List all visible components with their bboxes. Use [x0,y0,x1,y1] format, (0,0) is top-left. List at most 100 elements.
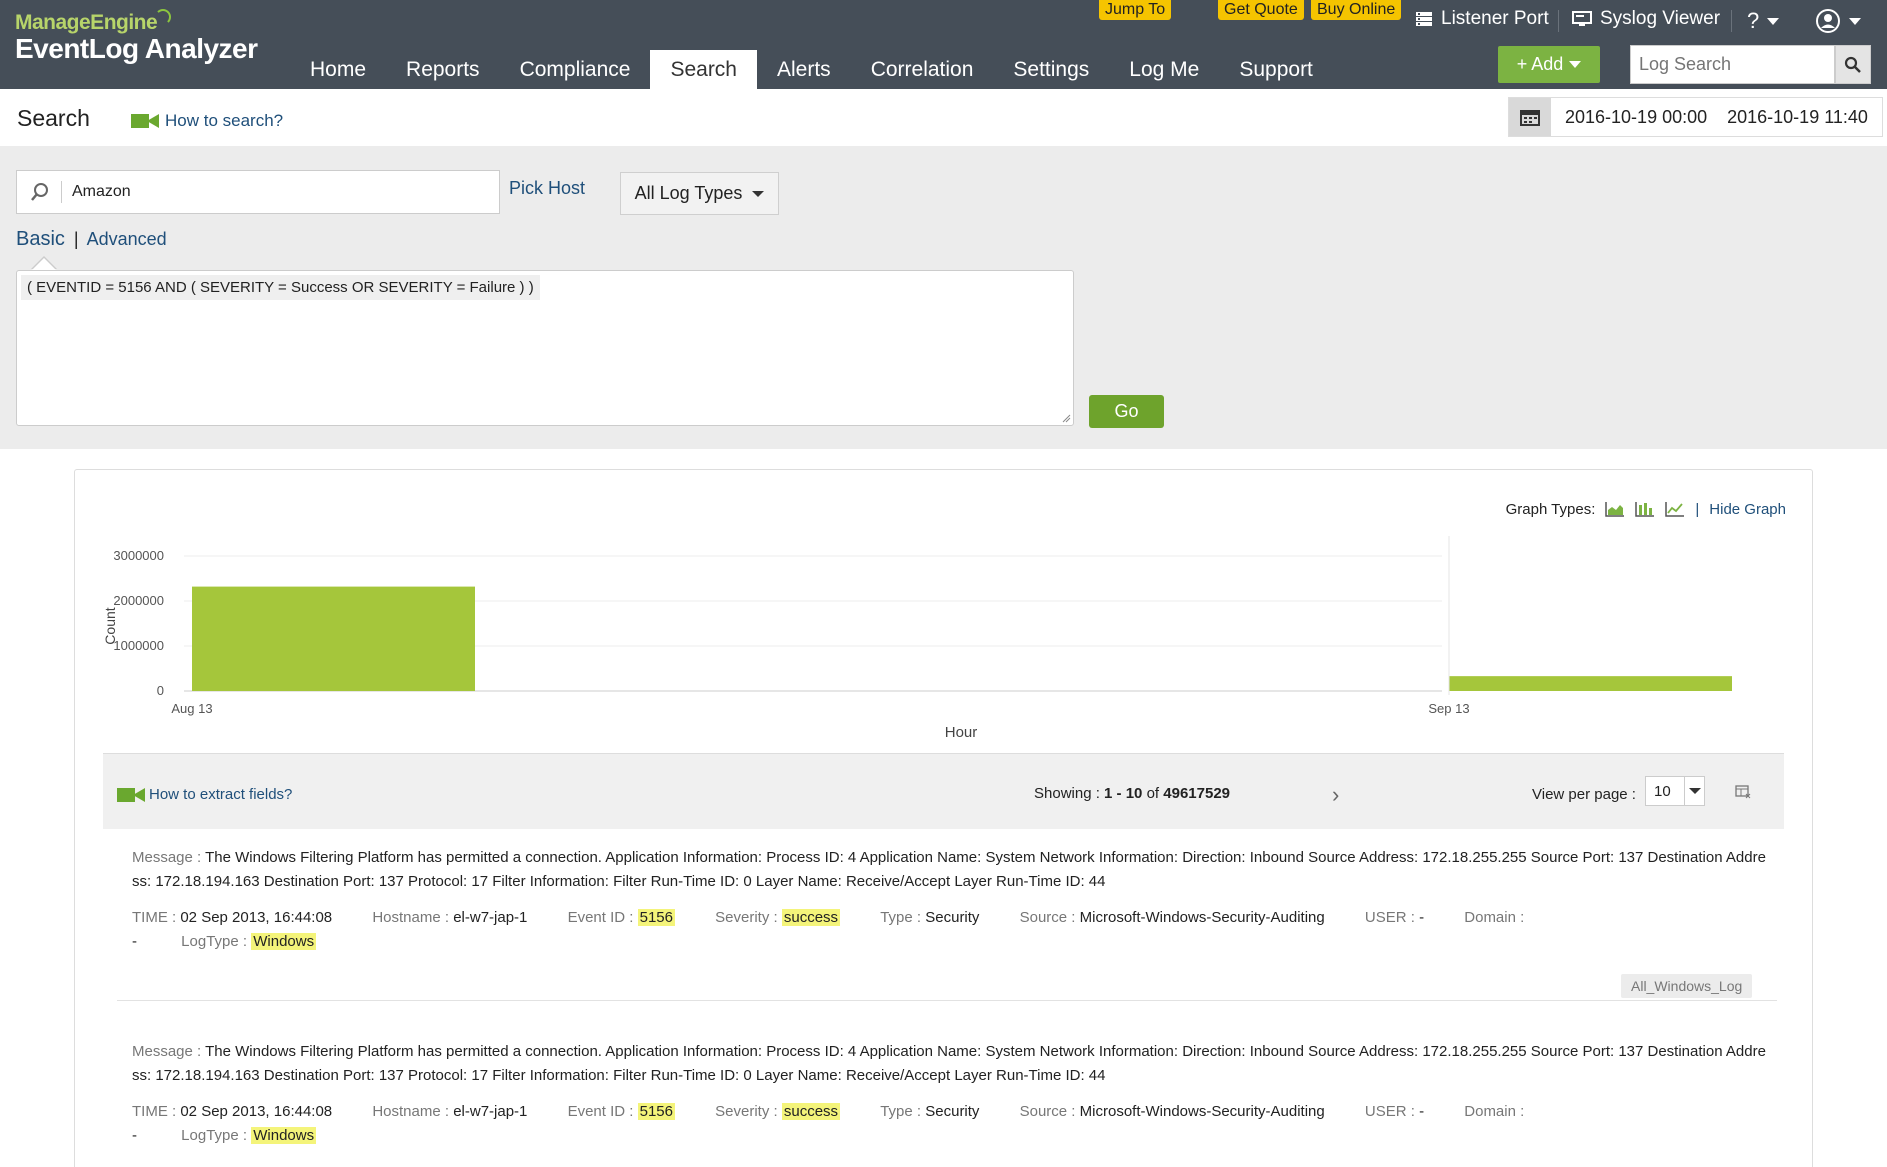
results-header: How to extract fields? Showing : 1 - 10 … [103,753,1784,829]
jump-to-button[interactable]: Jump To [1099,0,1172,20]
chevron-down-icon [1569,61,1582,68]
hostname-label: Hostname : [372,909,450,926]
syslog-viewer-link[interactable]: Syslog Viewer [1572,8,1720,30]
hostname-label: Hostname : [372,1103,450,1120]
result-count: Showing : 1 - 10 of 49617529 [1034,785,1230,802]
video-camera-icon [131,113,159,129]
date-range-picker[interactable]: 2016-10-19 00:00 2016-10-19 11:40 [1508,97,1883,137]
nav-reports[interactable]: Reports [386,50,500,89]
resize-grip-icon[interactable] [1061,413,1071,423]
main-nav: Home Reports Compliance Search Alerts Co… [290,50,1333,89]
showing-label: Showing : [1034,785,1100,802]
get-quote-button[interactable]: Get Quote [1218,0,1304,20]
log-search-input[interactable] [1630,45,1835,84]
event-id-label: Event ID : [567,909,634,926]
source-value[interactable]: Microsoft-Windows-Security-Auditing [1080,1103,1325,1120]
message-text[interactable]: The Windows Filtering Platform has permi… [132,849,1766,890]
column-settings-icon[interactable] [1735,784,1751,800]
query-editor[interactable]: ( EVENTID = 5156 AND ( SEVERITY = Succes… [16,270,1074,426]
search-panel: Amazon Pick Host All Log Types Basic | A… [0,146,1887,449]
nav-settings[interactable]: Settings [993,50,1109,89]
severity-value[interactable]: success [781,909,841,926]
search-mode-switch: Basic | Advanced [16,228,167,251]
type-label: Type : [880,1103,922,1120]
how-to-search-link[interactable]: How to search? [131,111,283,131]
nav-correlation[interactable]: Correlation [851,50,994,89]
severity-value[interactable]: success [781,1103,841,1120]
nav-support[interactable]: Support [1219,50,1333,89]
log-types-dropdown[interactable]: All Log Types [620,172,779,215]
hostname-value[interactable]: el-w7-jap-1 [453,909,527,926]
listener-port-link[interactable]: Listener Port [1415,8,1549,30]
time-value[interactable]: 02 Sep 2013, 16:44:08 [180,1103,332,1120]
mode-separator: | [73,229,79,249]
domain-label: Domain : [1464,909,1525,926]
entry-divider [117,1000,1777,1001]
chevron-right-icon[interactable]: › [1332,782,1339,808]
x-axis-title: Hour [945,724,978,741]
type-value[interactable]: Security [925,909,979,926]
mode-advanced-tab[interactable]: Advanced [87,229,167,249]
logtype-label: LogType : [181,1127,248,1144]
event-count-chart: 0 1000000 2000000 3000000 Aug 13 Sep 13 Hour Co… [102,536,1732,741]
message-label: Message : [132,1043,202,1060]
log-types-value: All Log Types [634,183,743,203]
add-button-label: + Add [1516,54,1564,74]
help-menu[interactable]: ? [1747,8,1780,34]
y-axis-title: Count [102,607,118,644]
per-page-value: 10 [1654,782,1671,800]
event-id-value[interactable]: 5156 [637,1103,675,1120]
mode-basic-tab[interactable]: Basic [16,228,65,250]
user-value[interactable]: - [1419,909,1424,926]
nav-alerts[interactable]: Alerts [757,50,851,89]
hostname-value[interactable]: el-w7-jap-1 [453,1103,527,1120]
nav-search[interactable]: Search [650,50,757,89]
top-bar: ManageEngine EventLog Analyzer Home Repo… [0,0,1887,89]
nav-home[interactable]: Home [290,50,386,89]
type-label: Type : [880,909,922,926]
y-tick-label: 3000000 [113,548,164,563]
type-value[interactable]: Security [925,1103,979,1120]
user-label: USER : [1364,909,1415,926]
log-meta: TIME : 02 Sep 2013, 16:44:08 Hostname : … [132,1100,1772,1148]
log-tag[interactable]: All_Windows_Log [1621,974,1753,998]
log-search-button[interactable] [1835,45,1871,84]
message-label: Message : [132,849,202,866]
domain-value[interactable]: - [132,930,137,954]
log-entry: Message : The Windows Filtering Platform… [132,846,1772,954]
top-divider [1731,10,1732,32]
log-entry: Message : The Windows Filtering Platform… [132,1040,1772,1148]
chevron-down-icon [1849,17,1861,25]
chart-bar [192,586,475,691]
product-logo[interactable]: ManageEngine EventLog Analyzer [15,9,258,64]
listener-port-label: Listener Port [1441,8,1549,29]
severity-label: Severity : [715,1103,778,1120]
per-page-select[interactable]: 10 [1645,776,1705,806]
result-range: 1 - 10 [1104,785,1143,802]
tab-pointer [31,256,57,270]
add-button[interactable]: + Add [1498,46,1600,83]
logtype-value[interactable]: Windows [251,933,317,950]
time-value[interactable]: 02 Sep 2013, 16:44:08 [180,909,332,926]
y-tick-label: 2000000 [113,593,164,608]
how-to-extract-link[interactable]: How to extract fields? [117,786,292,803]
nav-log-me[interactable]: Log Me [1109,50,1219,89]
event-id-value[interactable]: 5156 [637,909,675,926]
domain-label: Domain : [1464,1103,1525,1120]
user-menu[interactable] [1815,8,1861,34]
host-search-field[interactable]: Amazon [16,170,500,214]
source-value[interactable]: Microsoft-Windows-Security-Auditing [1080,909,1325,926]
domain-value[interactable]: - [132,1124,137,1148]
top-divider [1558,10,1559,32]
y-tick-label: 0 [157,683,164,698]
x-tick-label: Aug 13 [171,701,212,716]
pick-host-link[interactable]: Pick Host [509,178,585,199]
nav-compliance[interactable]: Compliance [500,50,651,89]
go-button[interactable]: Go [1089,395,1164,428]
query-expression[interactable]: ( EVENTID = 5156 AND ( SEVERITY = Succes… [21,275,540,300]
user-value[interactable]: - [1419,1103,1424,1120]
user-avatar-icon [1816,9,1840,33]
message-text[interactable]: The Windows Filtering Platform has permi… [132,1043,1766,1084]
buy-online-button[interactable]: Buy Online [1311,0,1402,20]
logtype-value[interactable]: Windows [251,1127,317,1144]
